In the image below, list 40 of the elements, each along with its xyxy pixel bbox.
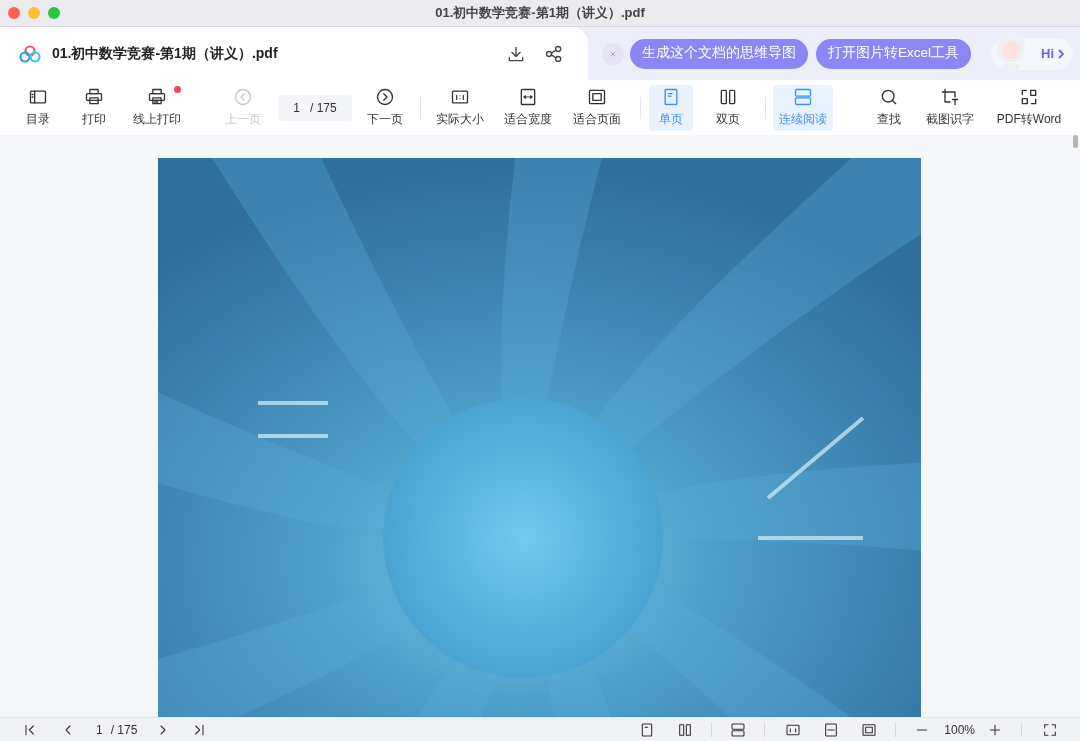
double-page-icon[interactable] [677, 721, 694, 738]
continuous-icon[interactable] [730, 721, 747, 738]
toolbar-button[interactable]: 目录 [10, 84, 66, 131]
app-logo-icon [19, 44, 41, 63]
close-window-button[interactable] [8, 7, 20, 19]
toolbar-button[interactable]: 线上打印 [125, 84, 189, 131]
continuous-icon [793, 87, 813, 107]
fit-page-icon[interactable] [861, 721, 878, 738]
fit-page-icon [587, 87, 607, 107]
toolbar-button[interactable]: 双页 [706, 84, 750, 131]
crop-text-icon [940, 87, 960, 107]
previous-page-icon [233, 87, 253, 107]
fit-width-icon[interactable] [823, 721, 840, 738]
share-icon[interactable] [544, 43, 564, 64]
double-page-icon [718, 87, 738, 107]
page-total: / 175 [310, 99, 337, 117]
window-title: 01.初中数学竞赛-第1期（讲义）.pdf [435, 4, 645, 23]
scrollbar-thumb[interactable] [1073, 135, 1078, 148]
search-icon [879, 87, 899, 107]
toolbar-button[interactable]: 适合宽度 [496, 84, 560, 131]
toolbar-button[interactable]: PDF转Word [987, 84, 1071, 131]
chevron-right-icon [1057, 48, 1065, 59]
toolbar-button[interactable]: 查找 [861, 84, 917, 131]
assistant-button[interactable]: Hi [991, 37, 1073, 70]
fit-width-icon [518, 87, 538, 107]
toolbar-button[interactable]: 打印 [66, 84, 122, 131]
convert-icon [1019, 87, 1039, 107]
toolbar-button[interactable]: 适合页面 [565, 84, 629, 131]
fullscreen-icon[interactable] [1042, 721, 1058, 738]
zoom-level: 100% [944, 721, 975, 739]
printer-icon [84, 87, 104, 107]
file-name: 01.初中数学竞赛-第1期（讲义）.pdf [52, 44, 278, 63]
toolbar-button[interactable]: 下一页 [357, 84, 413, 131]
page-number-field[interactable]: 1 [96, 720, 103, 739]
toolbar-button[interactable]: 截图识字 [918, 84, 982, 131]
printer-icon [147, 87, 167, 107]
page-total: / 175 [110, 721, 138, 739]
toolbar-button[interactable]: 实际大小 [428, 84, 492, 131]
page-number-field[interactable]: 1 / 175 [278, 94, 352, 121]
next-page-icon [375, 87, 395, 107]
